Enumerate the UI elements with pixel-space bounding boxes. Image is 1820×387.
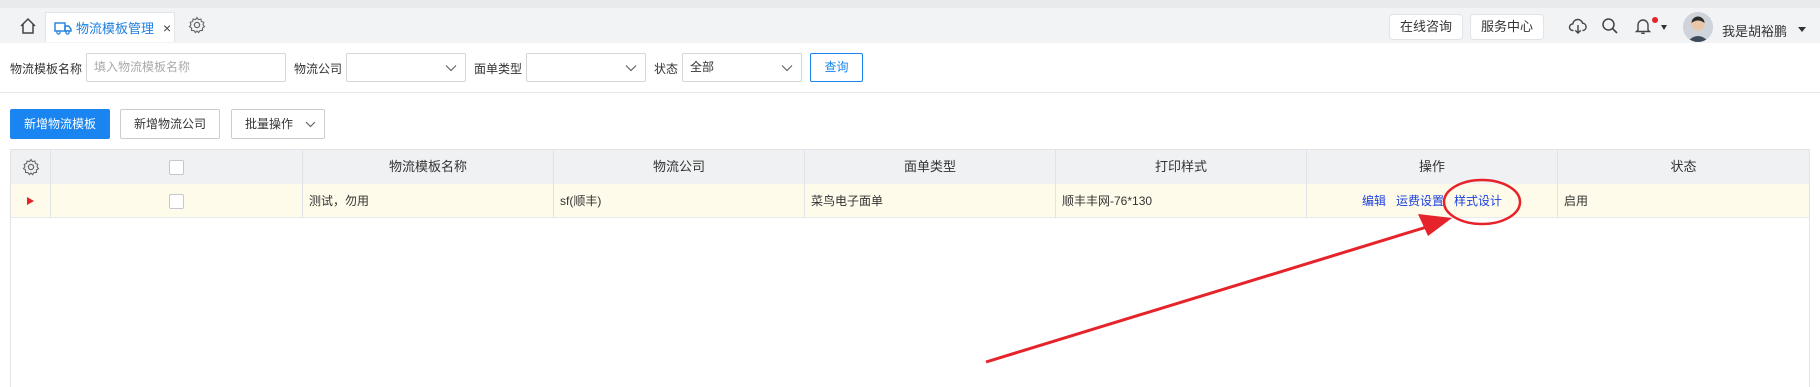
- cloud-download-icon[interactable]: [1568, 16, 1588, 36]
- col-sheet-type: 面单类型: [805, 150, 1056, 184]
- column-settings[interactable]: [11, 150, 51, 184]
- template-name-label: 物流模板名称: [10, 62, 83, 76]
- freight-settings-link[interactable]: 运费设置: [1396, 184, 1444, 218]
- avatar[interactable]: [1683, 12, 1713, 42]
- status-label: 状态: [654, 62, 679, 76]
- divider: [0, 92, 1820, 93]
- table-header: 物流模板名称 物流公司 面单类型 打印样式 操作 状态: [11, 150, 1809, 184]
- cell-print-style: 顺丰丰网-76*130: [1056, 184, 1307, 218]
- chevron-down-icon: [781, 65, 793, 72]
- chevron-down-icon: [625, 65, 637, 72]
- col-status: 状态: [1670, 159, 1697, 174]
- company-select[interactable]: [346, 53, 466, 82]
- col-template-name: 物流模板名称: [303, 150, 554, 184]
- user-menu-caret-icon[interactable]: [1798, 27, 1806, 32]
- sheet-type-label: 面单类型: [474, 62, 523, 76]
- cell-status: 启用: [1564, 194, 1589, 208]
- chevron-down-icon: [445, 65, 457, 72]
- online-consult-button[interactable]: 在线咨询: [1389, 14, 1464, 40]
- tab-label: 物流模板管理: [76, 21, 155, 36]
- gear-icon[interactable]: [22, 158, 40, 176]
- add-template-button[interactable]: 新增物流模板: [10, 109, 110, 139]
- status-select[interactable]: 全部: [682, 53, 802, 82]
- select-all-cell: [51, 150, 303, 184]
- chevron-down-icon: [305, 121, 316, 128]
- edit-link[interactable]: 编辑: [1362, 184, 1386, 218]
- tab-logistics-template[interactable]: 物流模板管理 ×: [45, 12, 175, 42]
- truck-icon: [54, 21, 72, 35]
- home-icon[interactable]: [18, 16, 38, 36]
- caret-down-icon[interactable]: [1661, 25, 1667, 30]
- expand-arrow-icon[interactable]: [27, 197, 34, 205]
- close-icon[interactable]: ×: [163, 21, 171, 35]
- table-row[interactable]: 测试，勿用 sf(顺丰) 菜鸟电子面单 顺丰丰网-76*130 编辑 运费设置 …: [11, 184, 1809, 218]
- query-button[interactable]: 查询: [810, 53, 863, 82]
- template-name-input[interactable]: 填入物流模板名称: [86, 53, 286, 82]
- cell-company: sf(顺丰): [554, 184, 805, 218]
- row-select-cell: [51, 184, 303, 218]
- sheet-type-select[interactable]: [526, 53, 646, 82]
- user-name[interactable]: 我是胡裕鹏: [1722, 21, 1787, 40]
- col-company: 物流公司: [554, 150, 805, 184]
- select-all-checkbox[interactable]: [169, 160, 184, 175]
- search-icon[interactable]: [1600, 16, 1620, 36]
- batch-ops-dropdown[interactable]: 批量操作: [231, 109, 325, 139]
- cell-sheet-type: 菜鸟电子面单: [805, 184, 1056, 218]
- cell-template-name: 测试，勿用: [303, 184, 554, 218]
- status-select-value: 全部: [690, 60, 715, 74]
- top-bar: 物流模板管理 × 在线咨询 服务中心 我是胡裕鹏: [0, 0, 1820, 43]
- company-label: 物流公司: [294, 62, 343, 76]
- batch-ops-label: 批量操作: [245, 117, 294, 131]
- gear-icon[interactable]: [188, 16, 206, 34]
- notification-dot: [1652, 17, 1658, 23]
- col-ops: 操作: [1307, 150, 1558, 184]
- row-checkbox[interactable]: [169, 194, 184, 209]
- col-print-style: 打印样式: [1056, 150, 1307, 184]
- row-expand-cell[interactable]: [11, 184, 51, 218]
- template-table: 物流模板名称 物流公司 面单类型 打印样式 操作 状态 测试，勿用 sf(顺丰)…: [10, 149, 1810, 387]
- bell-icon[interactable]: [1633, 16, 1653, 36]
- style-design-link[interactable]: 样式设计: [1454, 184, 1502, 218]
- service-center-button[interactable]: 服务中心: [1470, 14, 1545, 40]
- cell-ops: 编辑 运费设置 样式设计: [1307, 184, 1558, 218]
- add-company-button[interactable]: 新增物流公司: [120, 109, 220, 139]
